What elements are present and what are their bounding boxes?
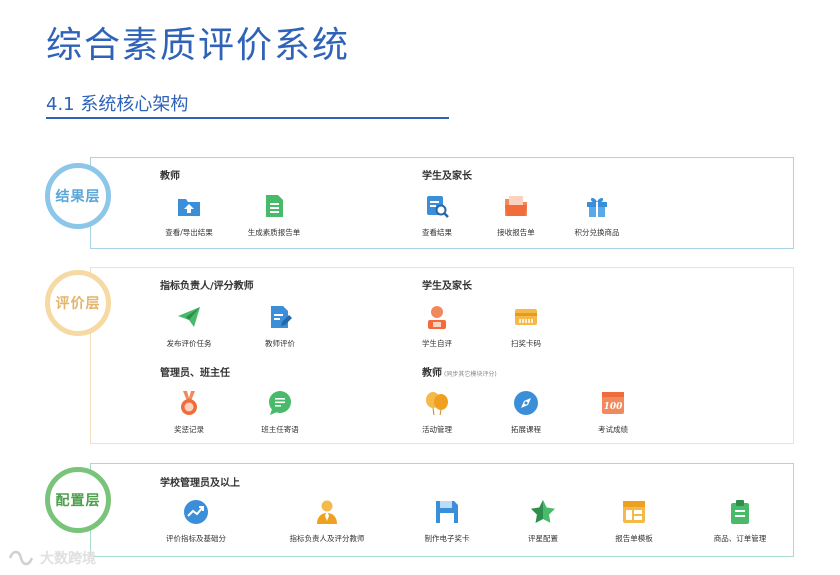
group-title-teacher: 教师: [160, 171, 180, 182]
group-title-text: 教师: [422, 368, 442, 379]
evaluation-layer-badge: 评价层: [45, 270, 111, 336]
config-layer-badge: 配置层: [45, 467, 111, 533]
group-title-teacher-sync: 教师 (同步其它模块评分): [422, 364, 497, 379]
section-subtitle: 4.1 系统核心架构: [46, 94, 189, 115]
item-indicators-base-score[interactable]: 评价指标及基础分: [154, 499, 238, 551]
trend-chart-icon: [183, 499, 209, 525]
person-tie-icon: [314, 499, 340, 525]
group-title-admin-headteacher: 管理员、班主任: [160, 368, 230, 379]
item-exam-scores[interactable]: 100 考试成绩: [571, 390, 655, 442]
document-list-icon: [261, 193, 287, 219]
group-title-school-admin: 学校管理员及以上: [160, 478, 240, 489]
item-generate-report[interactable]: 生成素质报告单: [232, 193, 316, 245]
watermark-logo-icon: [8, 550, 34, 566]
item-indicator-owners[interactable]: 指标负责人及评分教师: [285, 499, 369, 551]
item-label: 教师评价: [265, 339, 295, 348]
folder-receive-icon: [503, 193, 529, 219]
svg-text:100: 100: [604, 402, 624, 412]
item-label: 商品、订单管理: [713, 534, 767, 543]
item-headteacher-message[interactable]: 班主任寄语: [238, 390, 322, 442]
group-title-student-parent: 学生及家长: [422, 171, 472, 182]
compass-icon: [513, 390, 539, 416]
paper-plane-icon: [176, 304, 202, 330]
item-scan-card[interactable]: 扫奖卡码: [484, 304, 568, 356]
item-teacher-evaluation[interactable]: 教师评价: [238, 304, 322, 356]
card-scan-icon: [513, 304, 539, 330]
result-layer-badge: 结果层: [45, 163, 111, 229]
item-label: 班主任寄语: [261, 425, 299, 434]
score-100-icon: 100: [600, 390, 626, 416]
item-label: 扫奖卡码: [511, 339, 541, 348]
watermark: 大数跨境: [8, 547, 118, 569]
item-label: 评价指标及基础分: [166, 534, 226, 543]
gift-icon: [584, 193, 610, 219]
item-label: 积分兑换商品: [574, 228, 620, 237]
star-icon: [530, 499, 556, 525]
item-label: 生成素质报告单: [247, 228, 301, 237]
document-search-icon: [424, 193, 450, 219]
group-title-note: (同步其它模块评分): [444, 371, 497, 378]
subtitle-underline: [46, 117, 449, 119]
watermark-text: 大数跨境: [40, 551, 96, 567]
group-title-indicator-owner: 指标负责人/评分教师: [160, 281, 254, 292]
item-make-e-card[interactable]: 制作电子奖卡: [405, 499, 489, 551]
clipboard-icon: [727, 499, 753, 525]
group-title-student-parent: 学生及家长: [422, 281, 472, 292]
student-icon: [424, 304, 450, 330]
floppy-disk-icon: [434, 499, 460, 525]
page-title: 综合素质评价系统: [46, 25, 351, 66]
medal-icon: [176, 390, 202, 416]
balloons-icon: [424, 390, 450, 416]
template-icon: [621, 499, 647, 525]
item-redeem-points[interactable]: 积分兑换商品: [555, 193, 639, 245]
item-report-template[interactable]: 报告单模板: [592, 499, 676, 551]
document-edit-icon: [267, 304, 293, 330]
item-label: 考试成绩: [598, 425, 628, 434]
folder-upload-icon: [176, 193, 202, 219]
item-label: 指标负责人及评分教师: [289, 534, 365, 543]
item-goods-orders[interactable]: 商品、订单管理: [698, 499, 782, 551]
chat-bubble-icon: [267, 390, 293, 416]
